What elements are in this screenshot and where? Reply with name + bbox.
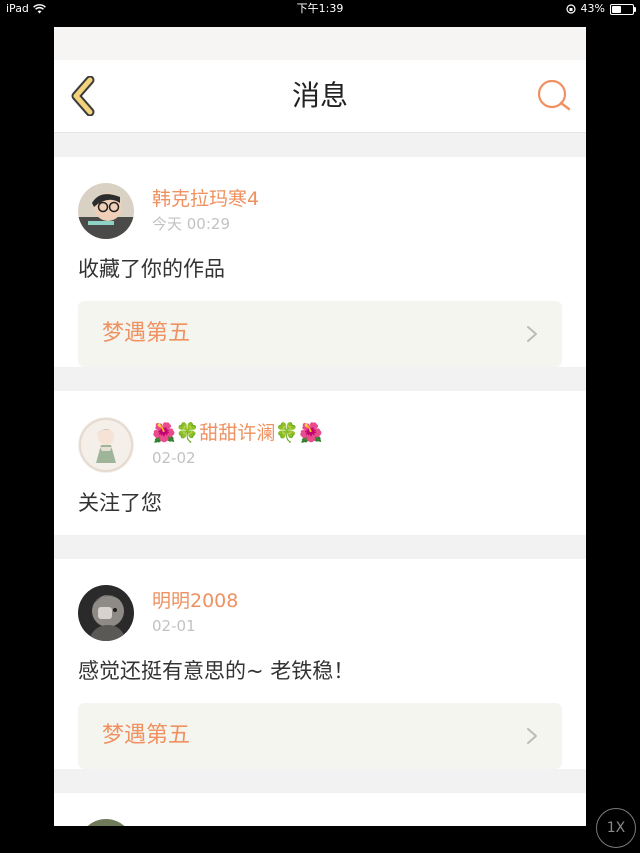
message-text: 收藏了你的作品 bbox=[78, 257, 225, 281]
message-header: 明明2008 02-01 bbox=[78, 559, 562, 641]
search-icon[interactable] bbox=[536, 78, 572, 114]
chevron-right-icon bbox=[527, 728, 537, 744]
avatar-image bbox=[78, 585, 134, 641]
status-right: 43% bbox=[565, 0, 636, 18]
message-card[interactable]: 🌺🍀甜甜许澜🍀🌺 02-02 关注了您 bbox=[54, 391, 586, 535]
work-title: 梦遇第五 bbox=[102, 723, 191, 748]
avatar[interactable] bbox=[78, 819, 134, 826]
message-header: 🌺🍀甜甜许澜🍀🌺 02-02 bbox=[78, 391, 562, 473]
nav-bar: 消息 bbox=[54, 60, 586, 133]
message-meta: 明明2008 02-01 bbox=[152, 585, 238, 637]
message-card[interactable]: 韩克拉玛寒4 今天 00:29 收藏了你的作品 梦遇第五 bbox=[54, 157, 586, 367]
timestamp: 今天 00:29 bbox=[152, 215, 230, 233]
avatar-image bbox=[78, 417, 134, 473]
battery-icon bbox=[610, 3, 636, 15]
battery-level bbox=[612, 5, 621, 13]
zoom-badge[interactable]: 1X bbox=[596, 808, 636, 848]
timestamp: 02-02 bbox=[152, 449, 196, 467]
avatar-image bbox=[78, 183, 134, 239]
status-bar: iPad 下午1:39 43% bbox=[0, 0, 640, 18]
message-meta: 韩克拉玛寒4 今天 00:29 bbox=[152, 183, 259, 235]
page-title: 消息 bbox=[291, 79, 348, 112]
message-card-partial[interactable] bbox=[54, 793, 586, 826]
avatar[interactable] bbox=[78, 417, 134, 473]
message-text: 感觉还挺有意思的~ 老铁稳！ bbox=[78, 659, 355, 683]
message-header: 韩克拉玛寒4 今天 00:29 bbox=[78, 157, 562, 239]
chevron-right-icon bbox=[527, 326, 537, 342]
username[interactable]: 明明2008 bbox=[152, 589, 238, 613]
work-title: 梦遇第五 bbox=[102, 321, 191, 346]
message-header bbox=[78, 793, 562, 826]
timestamp: 02-01 bbox=[152, 617, 196, 635]
avatar-image bbox=[78, 819, 134, 826]
work-link[interactable]: 梦遇第五 bbox=[78, 703, 562, 769]
status-time: 下午1:39 bbox=[296, 2, 344, 15]
avatar[interactable] bbox=[78, 585, 134, 641]
work-link[interactable]: 梦遇第五 bbox=[78, 301, 562, 367]
message-text: 关注了您 bbox=[78, 491, 162, 515]
username[interactable]: 🌺🍀甜甜许澜🍀🌺 bbox=[152, 421, 323, 445]
top-spacer bbox=[54, 27, 586, 60]
orientation-lock-icon bbox=[565, 4, 576, 14]
message-meta: 🌺🍀甜甜许澜🍀🌺 02-02 bbox=[152, 417, 323, 469]
app-screen: 消息 韩克拉玛寒4 今天 00:29 收藏了你的作品 梦遇第五 🌺🍀甜甜许澜🍀🌺… bbox=[54, 27, 586, 826]
battery-percent: 43% bbox=[580, 2, 605, 15]
message-card[interactable]: 明明2008 02-01 感觉还挺有意思的~ 老铁稳！ 梦遇第五 bbox=[54, 559, 586, 769]
avatar[interactable] bbox=[78, 183, 134, 239]
username[interactable]: 韩克拉玛寒4 bbox=[152, 187, 259, 211]
